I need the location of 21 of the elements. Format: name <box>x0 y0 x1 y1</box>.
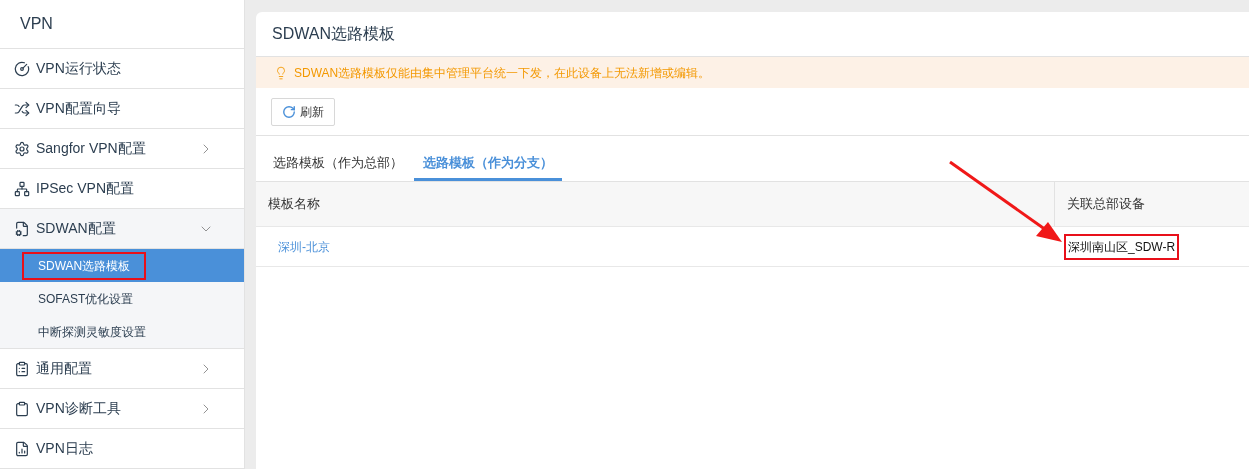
shuffle-icon <box>14 100 30 117</box>
table-cell: 深圳南山区_SDW-R <box>1064 233 1180 260</box>
gauge-icon <box>14 60 30 77</box>
file-gear-icon <box>14 220 30 237</box>
notice-text: SDWAN选路模板仅能由集中管理平台统一下发，在此设备上无法新增或编辑。 <box>294 64 711 82</box>
refresh-button[interactable]: 刷新 <box>271 97 335 126</box>
refresh-icon <box>282 104 296 119</box>
submenu-item[interactable]: SOFAST优化设置 <box>0 282 244 315</box>
network-icon <box>14 180 30 197</box>
lightbulb-icon <box>274 65 288 80</box>
page-title: SDWAN选路模板 <box>272 24 395 44</box>
clipboard-list-icon <box>14 360 30 377</box>
file-chart-icon <box>14 440 30 457</box>
column-header: 关联总部设备 <box>1066 195 1146 214</box>
settings-icon <box>14 140 30 157</box>
submenu-item[interactable]: 中断探测灵敏度设置 <box>0 315 244 348</box>
sidebar-item[interactable]: SDWAN配置 <box>0 209 244 249</box>
sidebar-title: VPN <box>20 14 53 34</box>
tab[interactable]: 选路模板（作为总部） <box>264 148 412 181</box>
clipboard-icon <box>14 400 30 417</box>
template-link[interactable]: 深圳-北京 <box>274 233 334 260</box>
